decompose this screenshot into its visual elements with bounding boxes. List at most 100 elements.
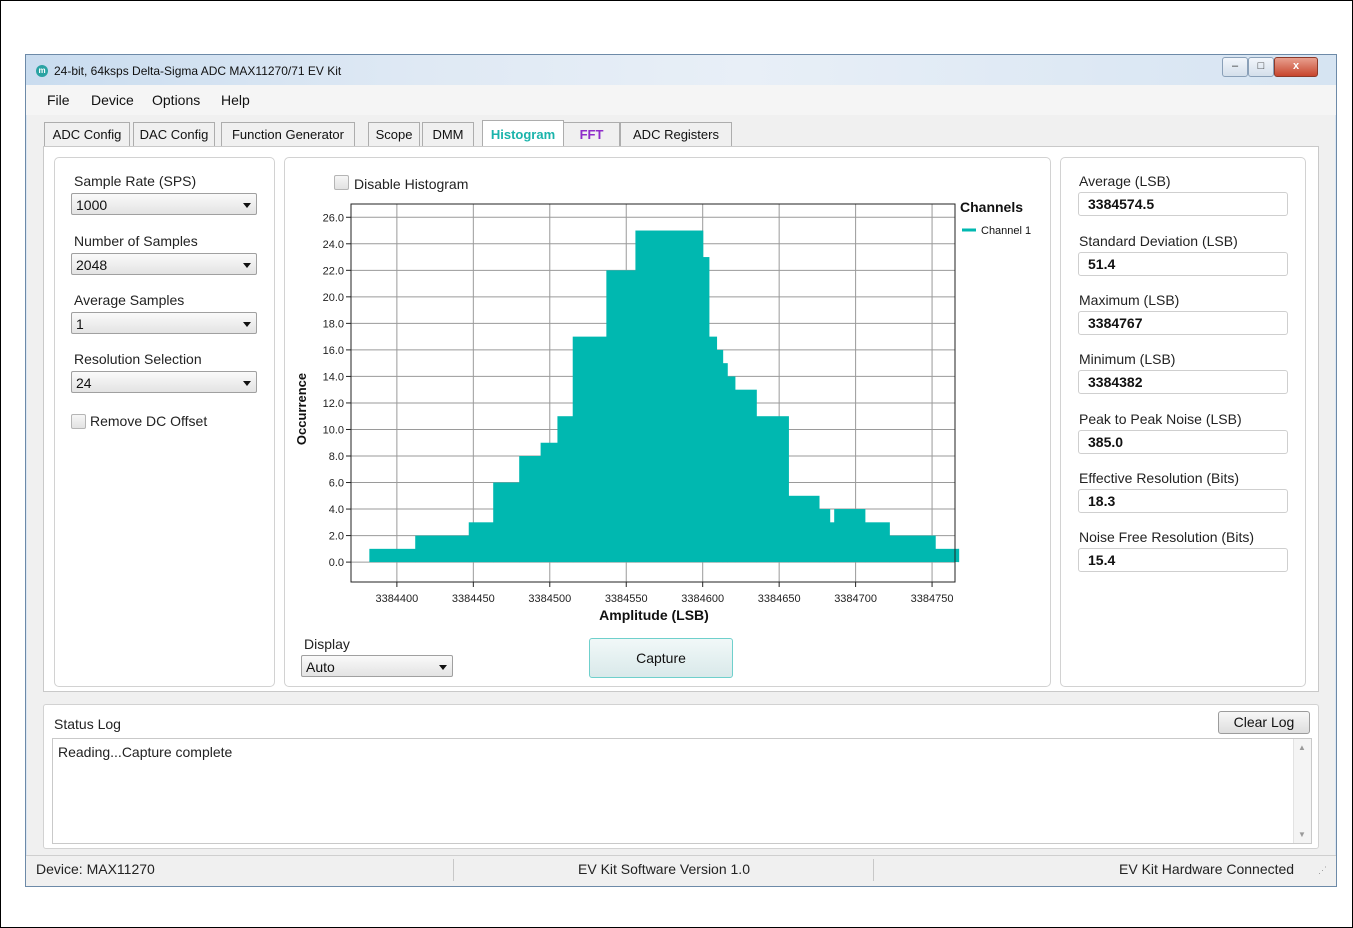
y-tick-label: 18.0	[323, 318, 344, 330]
stat-stddev-label: Standard Deviation (LSB)	[1079, 233, 1238, 249]
status-bar: Device: MAX11270 EV Kit Software Version…	[26, 855, 1336, 886]
display-select[interactable]: Auto	[301, 655, 453, 677]
y-tick-label: 14.0	[323, 371, 344, 383]
y-tick-label: 8.0	[329, 451, 344, 463]
avg-samples-value: 1	[76, 316, 84, 332]
histogram-bar	[722, 363, 728, 563]
log-scrollbar[interactable]: ▲ ▼	[1293, 739, 1311, 843]
chevron-down-icon	[243, 203, 251, 208]
tab-scope[interactable]: Scope	[368, 122, 420, 146]
config-panel: Sample Rate (SPS) 1000 Number of Samples…	[54, 157, 275, 687]
stat-maximum-label: Maximum (LSB)	[1079, 292, 1180, 308]
y-tick-label: 0.0	[329, 557, 344, 569]
histogram-bar	[756, 416, 789, 563]
sample-rate-select[interactable]: 1000	[71, 193, 257, 215]
legend-title: Channels	[960, 199, 1023, 215]
histogram-bar	[468, 522, 494, 563]
x-tick-label: 3384400	[375, 593, 418, 605]
tab-function-generator[interactable]: Function Generator	[221, 122, 355, 146]
tab-fft[interactable]: FFT	[563, 122, 620, 146]
num-samples-select[interactable]: 2048	[71, 253, 257, 275]
x-tick-label: 3384600	[681, 593, 724, 605]
num-samples-value: 2048	[76, 257, 108, 273]
stat-minimum-value: 3384382	[1078, 370, 1288, 394]
menu-file[interactable]: File	[47, 92, 70, 108]
sample-rate-value: 1000	[76, 197, 108, 213]
histogram-bar	[788, 495, 820, 563]
y-tick-label: 24.0	[323, 239, 344, 251]
stat-p2p-noise-value: 385.0	[1078, 430, 1288, 454]
status-log-label: Status Log	[54, 716, 121, 732]
tab-adc-registers[interactable]: ADC Registers	[620, 122, 732, 146]
histogram-bar	[727, 376, 736, 563]
histogram-bar	[369, 548, 416, 563]
y-axis-label: Occurrence	[294, 373, 309, 445]
y-tick-label: 2.0	[329, 531, 344, 543]
chevron-down-icon	[439, 665, 447, 670]
stat-maximum-value: 3384767	[1078, 311, 1288, 335]
stat-stddev-value: 51.4	[1078, 252, 1288, 276]
histogram-panel: Disable Histogram 0.0 2.0 4.0 6.0 8.0 10.0 12.…	[284, 157, 1051, 687]
status-connection: EV Kit Hardware Connected	[1119, 861, 1295, 877]
menu-help[interactable]: Help	[221, 92, 250, 108]
x-tick-label: 3384650	[758, 593, 801, 605]
disable-histogram-checkbox[interactable]	[334, 175, 349, 190]
menu-options[interactable]: Options	[152, 92, 200, 108]
resolution-select[interactable]: 24	[71, 371, 257, 393]
legend-series-label: Channel 1	[981, 225, 1031, 237]
stat-minimum-label: Minimum (LSB)	[1079, 351, 1176, 367]
status-divider	[873, 859, 874, 881]
y-tick-label: 6.0	[329, 478, 344, 490]
title-bar: m 24-bit, 64ksps Delta-Sigma ADC MAX1127…	[26, 55, 1336, 85]
close-button[interactable]: x	[1274, 57, 1318, 77]
status-divider	[453, 859, 454, 881]
window-title: 24-bit, 64ksps Delta-Sigma ADC MAX11270/…	[54, 64, 342, 78]
y-tick-label: 16.0	[323, 345, 344, 357]
maximize-button[interactable]: □	[1248, 57, 1274, 77]
histogram-bar	[540, 442, 559, 563]
scroll-up-icon[interactable]: ▲	[1298, 743, 1306, 752]
x-tick-label: 3384750	[911, 593, 954, 605]
remove-dc-offset-checkbox[interactable]	[71, 414, 86, 429]
histogram-bar	[818, 509, 831, 563]
avg-samples-label: Average Samples	[74, 292, 185, 308]
histogram-tab-panel: Sample Rate (SPS) 1000 Number of Samples…	[43, 146, 1319, 692]
histogram-bar	[572, 336, 607, 563]
clear-log-button[interactable]: Clear Log	[1218, 711, 1310, 734]
y-tick-label: 26.0	[323, 212, 344, 224]
tab-dmm[interactable]: DMM	[422, 122, 474, 146]
histogram-bar	[716, 349, 724, 563]
y-tick-label: 10.0	[323, 424, 344, 436]
histogram-chart: 0.0 2.0 4.0 6.0 8.0 10.0 12.0 14.0 16.0 18.0 20.0 2…	[294, 199, 1031, 623]
num-samples-label: Number of Samples	[74, 233, 198, 249]
display-value: Auto	[306, 659, 335, 675]
histogram-bar	[834, 509, 866, 563]
sample-rate-label: Sample Rate (SPS)	[74, 173, 197, 189]
chevron-down-icon	[243, 322, 251, 327]
stat-noise-free-res-value: 15.4	[1078, 548, 1288, 572]
status-log-textarea[interactable]: Reading...Capture complete ▲ ▼	[52, 738, 1312, 844]
menu-bar: File Device Options Help	[26, 85, 1336, 115]
tab-histogram[interactable]: Histogram	[482, 120, 564, 147]
scroll-down-icon[interactable]: ▼	[1298, 830, 1306, 839]
stat-average-label: Average (LSB)	[1079, 173, 1171, 189]
status-log-panel: Status Log Clear Log Reading...Capture c…	[43, 704, 1319, 849]
minimize-button[interactable]: –	[1222, 57, 1248, 77]
histogram-bar	[829, 522, 835, 563]
histogram-bar	[519, 456, 542, 563]
menu-device[interactable]: Device	[91, 92, 134, 108]
capture-button[interactable]: Capture	[589, 638, 733, 678]
stat-effective-res-value: 18.3	[1078, 489, 1288, 513]
tab-adc-config[interactable]: ADC Config	[44, 122, 130, 146]
histogram-bar	[606, 270, 637, 563]
histogram-bar	[557, 416, 574, 563]
resolution-label: Resolution Selection	[74, 351, 202, 367]
resize-grip-icon[interactable]: ⋰	[1318, 865, 1327, 876]
tab-dac-config[interactable]: DAC Config	[133, 122, 215, 146]
stat-average-value: 3384574.5	[1078, 192, 1288, 216]
display-label: Display	[304, 636, 350, 652]
avg-samples-select[interactable]: 1	[71, 312, 257, 334]
app-window: m 24-bit, 64ksps Delta-Sigma ADC MAX1127…	[25, 54, 1337, 887]
histogram-bar	[864, 522, 890, 563]
y-tick-label: 4.0	[329, 504, 344, 516]
